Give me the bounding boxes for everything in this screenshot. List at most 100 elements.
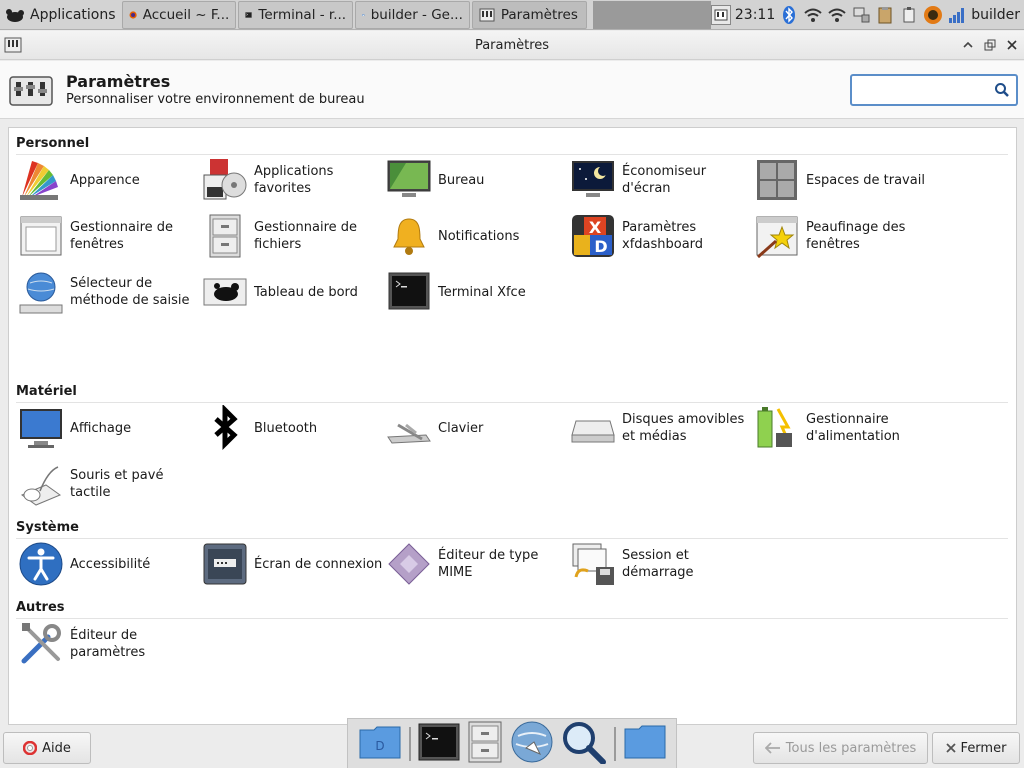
power-manager-icon (757, 407, 792, 448)
clock[interactable]: 23:11 (735, 7, 775, 23)
network-wired-icon[interactable] (851, 5, 871, 25)
login-screen-icon (203, 543, 247, 585)
item-notifications[interactable]: Notifications (384, 210, 568, 262)
bell-icon (393, 218, 425, 255)
dock-folder[interactable] (623, 723, 667, 765)
mouse-touchpad-icon (20, 466, 62, 506)
item-editeur-mime[interactable]: Éditeur de type MIME (384, 538, 568, 590)
task-label: builder - Ge... (370, 6, 463, 23)
item-label: Sélecteur de méthode de saisie (70, 276, 190, 308)
close-button[interactable]: Fermer (932, 732, 1020, 764)
item-gestionnaire-alimentation[interactable]: Gestionnaire d'alimentation (752, 402, 936, 454)
applications-menu[interactable]: Applications (0, 0, 120, 30)
item-label: Bluetooth (254, 420, 318, 436)
item-gestionnaire-fichiers[interactable]: Gestionnaire de fichiers (200, 210, 384, 262)
item-parametres-xfdashboard[interactable]: XD Paramètres xfdashboard (568, 210, 752, 262)
window-tweaks-icon (756, 216, 798, 259)
category-title: Système (16, 520, 79, 535)
all-settings-label: Tous les paramètres (785, 740, 917, 756)
item-bluetooth[interactable]: Bluetooth (200, 402, 384, 454)
svg-text:X: X (589, 218, 602, 237)
dock-app-finder[interactable] (561, 720, 607, 768)
volume-icon[interactable] (947, 5, 967, 25)
folder-icon (624, 725, 665, 758)
window-titlebar[interactable]: Paramètres (0, 31, 1024, 60)
dock-terminal[interactable] (418, 723, 460, 765)
clipboard-icon[interactable] (875, 5, 895, 25)
item-affichage[interactable]: Affichage (16, 402, 200, 454)
dock-file-manager[interactable] (467, 721, 503, 767)
item-label: Session et démarrage (622, 548, 694, 580)
item-selecteur-methode-saisie[interactable]: Sélecteur de méthode de saisie (16, 266, 200, 318)
item-label: Éditeur de paramètres (70, 628, 146, 660)
dock-web-browser[interactable] (510, 720, 554, 768)
close-icon (945, 743, 956, 753)
maximize-button[interactable] (982, 37, 998, 53)
xfce-mouse-icon (6, 8, 24, 22)
window-title: Paramètres (474, 38, 550, 53)
item-editeur-parametres[interactable]: Éditeur de paramètres (16, 618, 200, 670)
svg-text:D: D (375, 739, 384, 753)
update-notifier-icon[interactable] (923, 5, 943, 25)
wifi-icon-2[interactable] (827, 5, 847, 25)
bluetooth-tray-icon[interactable] (779, 5, 799, 25)
task-parametres[interactable]: Paramètres (471, 0, 587, 29)
file-manager-icon (468, 721, 501, 762)
input-method-icon (19, 272, 63, 314)
item-apparence[interactable]: Apparence (16, 154, 200, 206)
shade-up-button[interactable] (960, 37, 976, 53)
item-label: Gestionnaire de fenêtres (70, 220, 174, 252)
wifi-icon[interactable] (803, 5, 823, 25)
settings-tray-icon[interactable] (710, 4, 731, 25)
item-souris-pave-tactile[interactable]: Souris et pavé tactile (16, 458, 200, 510)
task-firefox[interactable]: Accueil ~ F... (121, 0, 237, 29)
user-menu[interactable]: builder (971, 7, 1020, 23)
settings-editor-icon (21, 623, 61, 664)
item-accessibilite[interactable]: Accessibilité (16, 538, 200, 590)
item-session-demarrage[interactable]: Session et démarrage (568, 538, 752, 590)
search-input[interactable] (858, 80, 988, 100)
search-icon[interactable] (994, 82, 1010, 98)
task-label: Terminal - r... (258, 6, 347, 23)
appearance-icon (20, 161, 58, 200)
search-box[interactable] (850, 74, 1018, 106)
session-startup-icon (572, 543, 614, 585)
item-espaces-de-travail[interactable]: Espaces de travail (752, 154, 936, 206)
search-icon (562, 721, 606, 765)
all-settings-button[interactable]: Tous les paramètres (753, 732, 928, 764)
settings-manager-icon (9, 76, 53, 106)
item-ecran-connexion[interactable]: Écran de connexion (200, 538, 384, 590)
item-tableau-de-bord[interactable]: Tableau de bord (200, 266, 384, 318)
item-label: Souris et pavé tactile (70, 468, 164, 500)
item-terminal-xfce[interactable]: Terminal Xfce (384, 266, 568, 318)
item-label: Notifications (438, 228, 520, 244)
dock-show-desktop[interactable]: D (358, 722, 402, 766)
item-gestionnaire-fenetres[interactable]: Gestionnaire de fenêtres (16, 210, 200, 262)
item-label: Disques amovibles et médias (622, 412, 745, 444)
item-bureau[interactable]: Bureau (384, 154, 568, 206)
task-terminal[interactable]: Terminal - r... (238, 0, 354, 29)
item-disques-amovibles[interactable]: Disques amovibles et médias (568, 402, 752, 454)
item-label: Économiseur d'écran (622, 164, 707, 196)
workspaces-icon (757, 160, 797, 200)
xfdashboard-icon: XD (572, 215, 614, 257)
item-label: Gestionnaire de fichiers (254, 220, 358, 252)
item-applications-favorites[interactable]: Applications favorites (200, 154, 384, 206)
close-window-button[interactable] (1004, 37, 1020, 53)
help-icon (23, 741, 38, 755)
help-button[interactable]: Aide (3, 732, 91, 764)
task-builder[interactable]: builder - Ge... (355, 0, 470, 29)
close-label: Fermer (960, 740, 1007, 756)
folder-home-icon (362, 13, 365, 16)
applications-label: Applications (30, 6, 116, 23)
item-peaufinage-fenetres[interactable]: Peaufinage des fenêtres (752, 210, 936, 262)
item-economiseur[interactable]: Économiseur d'écran (568, 154, 752, 206)
web-browser-icon (511, 721, 552, 762)
power-icon[interactable] (899, 5, 919, 25)
item-clavier[interactable]: Clavier (384, 402, 568, 454)
panel-empty-space (592, 0, 711, 29)
show-desktop-icon: D (359, 726, 400, 758)
page-title: Paramètres (66, 72, 171, 91)
top-panel: Applications Accueil ~ F... Terminal - r… (0, 0, 1024, 30)
file-manager-icon (209, 214, 241, 258)
